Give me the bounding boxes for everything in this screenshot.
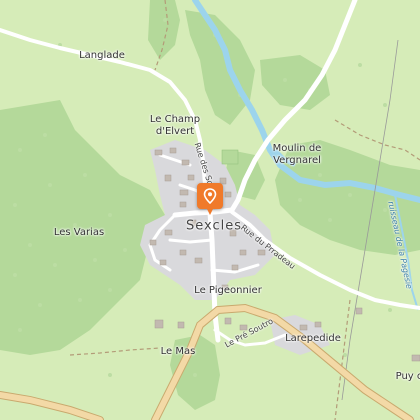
location-marker[interactable]: [197, 183, 223, 215]
place-label-les-varias: Les Varias: [53, 227, 105, 238]
town-label-sexcles: Sexcles: [185, 218, 243, 234]
place-label-langlade: Langlade: [79, 50, 125, 61]
place-label-le-champ-delvert: Le Champ d'Elvert: [149, 114, 201, 137]
place-label-larepedide: Larepedide: [285, 333, 341, 344]
place-label-puy: Puy c: [395, 371, 420, 382]
place-label-moulin-de-vergnarel: Moulin de Vergnarel: [272, 143, 322, 166]
map-pin-icon: [203, 188, 217, 204]
map-canvas[interactable]: Langlade Le Champ d'Elvert Moulin de Ver…: [0, 0, 420, 420]
place-label-le-mas: Le Mas: [160, 346, 196, 357]
place-label-le-pigeonnier: Le Pigeonnier: [194, 285, 262, 296]
